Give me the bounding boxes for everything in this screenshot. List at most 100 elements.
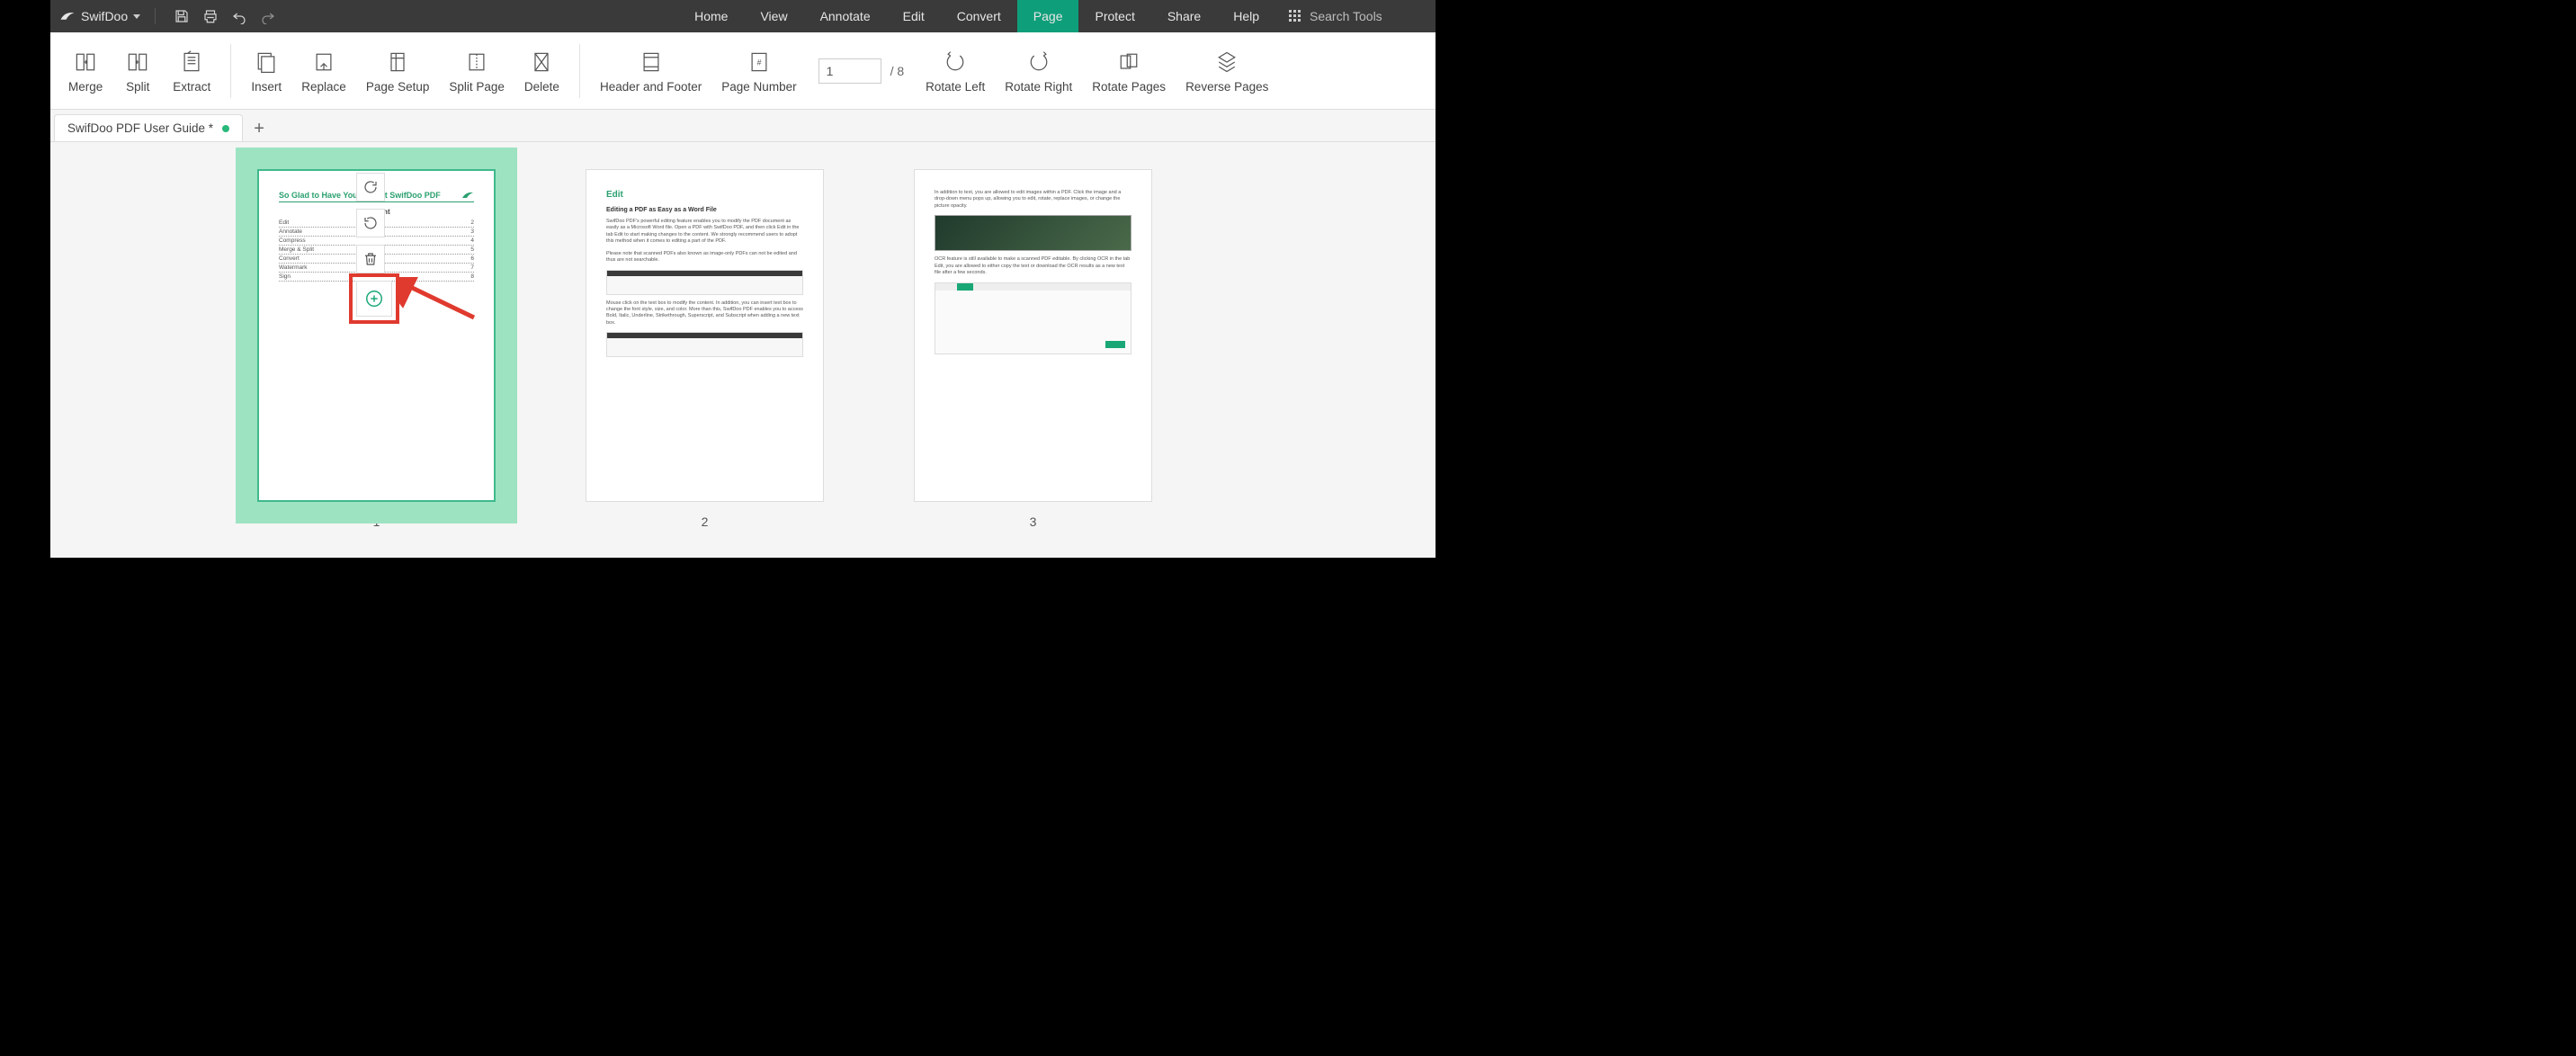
page-thumbnail-3[interactable]: In addition to text, you are allowed to …	[914, 169, 1152, 502]
extract-icon	[179, 49, 204, 75]
brand-name: SwifDoo	[81, 9, 128, 23]
undo-icon[interactable]	[231, 8, 247, 24]
menu-view[interactable]: View	[744, 0, 803, 32]
search-input[interactable]	[1310, 9, 1427, 23]
p2-screenshot	[606, 270, 803, 295]
redo-icon[interactable]	[260, 8, 276, 24]
apps-grid-icon[interactable]	[1288, 9, 1302, 23]
trash-icon	[362, 251, 379, 267]
menu-protect[interactable]: Protect	[1078, 0, 1150, 32]
tool-label: Delete	[524, 80, 559, 94]
p2-para: Please note that scanned PDFs also known…	[606, 251, 803, 264]
delete-icon	[529, 49, 554, 75]
search-tools	[1288, 9, 1427, 23]
menu-convert[interactable]: Convert	[941, 0, 1017, 32]
tool-page-setup[interactable]: Page Setup	[357, 44, 439, 97]
tool-label: Replace	[301, 80, 346, 94]
tool-merge[interactable]: Merge	[59, 44, 112, 97]
p2-para: Mouse click on the text box to modify th…	[606, 300, 803, 327]
page-rotate-cw-button[interactable]	[356, 173, 385, 201]
print-icon[interactable]	[202, 8, 219, 24]
menu-label: Help	[1233, 9, 1259, 23]
header-footer-icon	[639, 49, 664, 75]
p3-para: In addition to text, you are allowed to …	[935, 190, 1131, 210]
p2-sub: Editing a PDF as Easy as a Word File	[606, 207, 803, 213]
split-page-icon	[464, 49, 489, 75]
plus-circle-icon	[364, 289, 384, 309]
p3-photo	[935, 215, 1131, 251]
rotate-right-icon	[1026, 49, 1051, 75]
menu-edit[interactable]: Edit	[887, 0, 941, 32]
replace-icon	[311, 49, 336, 75]
tool-label: Merge	[68, 80, 103, 94]
rotate-ccw-icon	[362, 215, 379, 231]
divider	[155, 8, 156, 24]
page-current-input[interactable]	[818, 58, 881, 84]
tool-extract[interactable]: Extract	[164, 44, 219, 97]
p3-para: OCR feature is still available to make a…	[935, 256, 1131, 276]
page-number-icon: #	[747, 49, 772, 75]
menu-annotate[interactable]: Annotate	[804, 0, 887, 32]
page-setup-icon	[385, 49, 410, 75]
tool-rotate-left[interactable]: Rotate Left	[917, 44, 994, 97]
tool-header-footer[interactable]: Header and Footer	[591, 44, 711, 97]
tool-label: Rotate Right	[1005, 80, 1072, 94]
tool-delete[interactable]: Delete	[515, 44, 568, 97]
new-tab-button[interactable]: +	[246, 116, 272, 141]
tool-label: Rotate Pages	[1092, 80, 1166, 94]
tool-rotate-right[interactable]: Rotate Right	[996, 44, 1081, 97]
page-thumbnails-workspace: So Glad to Have You Here at SwifDoo PDF …	[50, 142, 1436, 558]
rotate-pages-icon	[1116, 49, 1141, 75]
page-thumbnail-2[interactable]: Edit Editing a PDF as Easy as a Word Fil…	[586, 169, 824, 502]
ribbon-page: Merge Split Extract Insert Replace Page …	[50, 32, 1436, 110]
tool-label: Extract	[173, 80, 210, 94]
tool-label: Split Page	[449, 80, 505, 94]
tool-label: Insert	[251, 80, 282, 94]
thumb-number: 3	[1030, 515, 1037, 529]
tool-split-page[interactable]: Split Page	[440, 44, 514, 97]
menu-label: Edit	[903, 9, 925, 23]
page-actions-floating	[356, 173, 392, 317]
tool-rotate-pages[interactable]: Rotate Pages	[1083, 44, 1175, 97]
tool-label: Rotate Left	[926, 80, 985, 94]
menu-home[interactable]: Home	[678, 0, 744, 32]
brand-dropdown-icon[interactable]	[133, 14, 140, 19]
brand-logo-icon	[59, 10, 76, 22]
tool-split[interactable]: Split	[113, 44, 162, 97]
reverse-pages-icon	[1214, 49, 1239, 75]
document-tabstrip: SwifDoo PDF User Guide * +	[50, 110, 1436, 142]
insert-icon	[254, 49, 279, 75]
page-delete-button[interactable]	[356, 245, 385, 273]
menu-label: Page	[1033, 9, 1063, 23]
menu-label: Protect	[1095, 9, 1134, 23]
tool-replace[interactable]: Replace	[292, 44, 355, 97]
page-navigator: / 8	[818, 58, 905, 84]
tool-reverse-pages[interactable]: Reverse Pages	[1176, 44, 1277, 97]
page-add-button[interactable]	[356, 281, 392, 317]
document-tab[interactable]: SwifDoo PDF User Guide *	[54, 114, 243, 141]
titlebar: SwifDoo Home View Annotate Edit Convert …	[50, 0, 1436, 32]
main-menu: Home View Annotate Edit Convert Page Pro…	[678, 0, 1275, 32]
thumb-2-wrap: Edit Editing a PDF as Easy as a Word Fil…	[586, 169, 824, 549]
svg-text:#: #	[756, 58, 761, 67]
p2-head: Edit	[606, 190, 803, 200]
tool-insert[interactable]: Insert	[242, 44, 291, 97]
menu-help[interactable]: Help	[1217, 0, 1275, 32]
thumb-number: 1	[373, 515, 380, 529]
menu-share[interactable]: Share	[1151, 0, 1217, 32]
page-rotate-ccw-button[interactable]	[356, 209, 385, 237]
quick-access-toolbar	[174, 8, 276, 24]
divider	[230, 44, 231, 98]
tool-label: Header and Footer	[600, 80, 702, 94]
save-icon[interactable]	[174, 8, 190, 24]
annotation-arrow-icon	[398, 277, 479, 322]
p3-dialog	[935, 282, 1131, 354]
menu-label: Home	[694, 9, 728, 23]
unsaved-indicator-icon	[222, 125, 229, 132]
rotate-cw-icon	[362, 179, 379, 195]
menu-label: Share	[1167, 9, 1201, 23]
app-window: SwifDoo Home View Annotate Edit Convert …	[50, 0, 1436, 558]
brand: SwifDoo	[59, 9, 140, 23]
tool-page-number[interactable]: #Page Number	[712, 44, 805, 97]
menu-page[interactable]: Page	[1017, 0, 1079, 32]
